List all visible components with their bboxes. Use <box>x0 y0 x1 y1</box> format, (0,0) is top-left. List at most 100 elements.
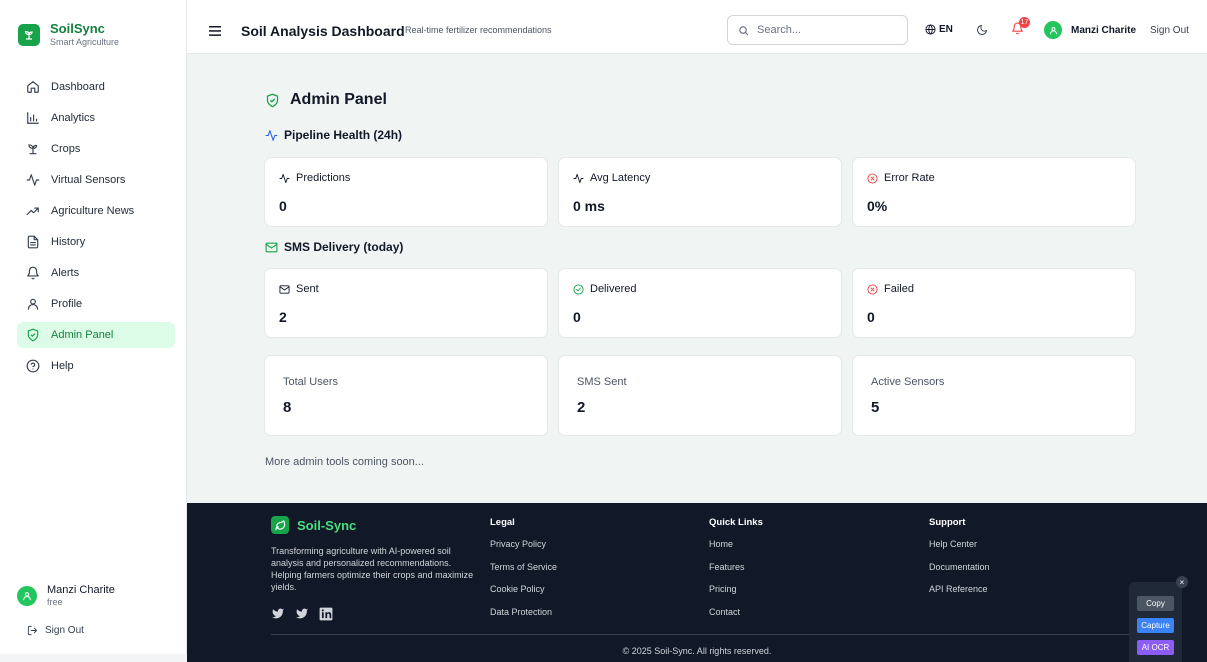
card-label-text: Delivered <box>590 283 637 295</box>
stat-value: 8 <box>283 399 292 416</box>
footer-col-title: Legal <box>490 517 515 528</box>
footer-link-help-center[interactable]: Help Center <box>929 539 990 562</box>
sidebar-item-label: History <box>51 236 86 248</box>
card-value: 0% <box>867 198 888 214</box>
notifications-button[interactable]: 17 <box>1011 17 1030 40</box>
footer-brand[interactable]: Soil-Sync <box>271 516 356 534</box>
card-value: 0 <box>279 198 287 214</box>
stat-label: Total Users <box>283 376 339 388</box>
sidebar-item-virtual-sensors[interactable]: Virtual Sensors <box>17 167 175 193</box>
sms-failed-card: Failed 0 <box>852 268 1136 338</box>
card-value: 0 <box>867 309 875 325</box>
sidebar-item-label: Agriculture News <box>51 205 135 217</box>
card-label-text: Failed <box>884 283 914 295</box>
footer-brand-name: Soil-Sync <box>297 517 357 533</box>
sign-out-label: Sign Out <box>45 625 84 636</box>
sidebar-item-analytics[interactable]: Analytics <box>17 105 175 131</box>
card-value: 0 <box>573 309 581 325</box>
avatar[interactable] <box>1044 21 1062 39</box>
footer-link-home[interactable]: Home <box>709 539 763 562</box>
brand[interactable]: SoilSync Smart Agriculture <box>18 22 119 48</box>
footer-link-api-reference[interactable]: API Reference <box>929 584 990 607</box>
copy-button[interactable]: Copy <box>1137 596 1174 611</box>
card-label-text: Error Rate <box>884 172 935 184</box>
notification-badge: 17 <box>1019 17 1030 28</box>
sidebar-item-label: Analytics <box>51 112 96 124</box>
globe-icon <box>925 24 936 35</box>
sidebar-user-name: Manzi Charite <box>47 584 115 596</box>
footer-col-title: Quick Links <box>709 517 763 528</box>
footer-link-documentation[interactable]: Documentation <box>929 562 990 585</box>
page-title: Soil Analysis Dashboard <box>241 23 405 39</box>
sidebar-item-alerts[interactable]: Alerts <box>17 260 175 286</box>
sidebar-item-profile[interactable]: Profile <box>17 291 175 317</box>
check-circle-icon <box>573 283 584 295</box>
ai-ocr-button[interactable]: AI OCR <box>1137 640 1174 655</box>
sidebar-item-dashboard[interactable]: Dashboard <box>17 74 175 100</box>
social-links <box>271 607 333 621</box>
footer-link-data-protection[interactable]: Data Protection <box>490 607 557 630</box>
sidebar-bottom-bar <box>0 654 187 662</box>
sidebar-user[interactable]: Manzi Charite free <box>17 584 115 608</box>
twitter-icon[interactable] <box>271 607 285 620</box>
shield-check-icon <box>27 328 39 342</box>
footer-divider <box>271 634 1137 635</box>
sidebar-item-admin-panel[interactable]: Admin Panel <box>17 322 175 348</box>
total-users-card: Total Users 8 <box>264 355 548 436</box>
stat-value: 5 <box>871 399 880 416</box>
pipeline-health-label: Pipeline Health (24h) <box>284 128 403 142</box>
brand-tagline: Smart Agriculture <box>50 37 120 47</box>
sidebar-item-label: Dashboard <box>51 81 105 93</box>
help-circle-icon <box>26 359 40 373</box>
bell-icon <box>27 266 39 280</box>
leaf-icon <box>271 516 289 534</box>
language-switcher[interactable]: EN <box>925 24 953 35</box>
activity-icon <box>26 174 40 186</box>
footer-link-cookie[interactable]: Cookie Policy <box>490 584 557 607</box>
file-text-icon <box>27 235 39 249</box>
sms-delivery-title: SMS Delivery (today) <box>265 240 403 254</box>
predictions-card: Predictions 0 <box>264 157 548 227</box>
footer-link-privacy[interactable]: Privacy Policy <box>490 539 557 562</box>
moon-icon[interactable] <box>976 23 988 41</box>
card-label: Sent <box>279 283 319 295</box>
footer-link-features[interactable]: Features <box>709 562 763 585</box>
header-user-name[interactable]: Manzi Charite <box>1071 25 1136 36</box>
footer-link-terms[interactable]: Terms of Service <box>490 562 557 585</box>
sprout-icon <box>28 144 38 155</box>
sidebar-item-help[interactable]: Help <box>17 353 175 379</box>
twitter-icon[interactable] <box>295 607 309 620</box>
stat-label: Active Sensors <box>871 376 945 388</box>
sidebar-item-label: Admin Panel <box>51 329 114 341</box>
sidebar-item-crops[interactable]: Crops <box>17 136 175 162</box>
search-icon <box>739 25 749 35</box>
header-sign-out-button[interactable]: Sign Out <box>1150 25 1189 36</box>
sidebar-item-agriculture-news[interactable]: Agriculture News <box>17 198 175 224</box>
sidebar-item-history[interactable]: History <box>17 229 175 255</box>
sidebar-nav: Dashboard Analytics Crops Virtual Sensor… <box>17 74 175 384</box>
sidebar-item-label: Virtual Sensors <box>51 174 126 186</box>
page-subtitle: Real-time fertilizer recommendations <box>405 25 552 35</box>
log-out-icon <box>27 625 38 636</box>
sidebar-item-label: Help <box>51 360 74 372</box>
x-circle-icon <box>867 283 878 295</box>
sidebar-sign-out-button[interactable]: Sign Out <box>27 625 84 636</box>
close-icon[interactable]: × <box>1176 576 1188 588</box>
user-icon <box>1049 26 1057 34</box>
sidebar-item-label: Crops <box>51 143 81 155</box>
linkedin-icon[interactable] <box>319 607 333 621</box>
card-value: 0 ms <box>573 198 605 214</box>
footer-link-pricing[interactable]: Pricing <box>709 584 763 607</box>
search-input[interactable]: Search... <box>727 15 908 45</box>
card-label: Failed <box>867 283 914 295</box>
capture-button[interactable]: Capture <box>1137 618 1174 633</box>
footer-link-contact[interactable]: Contact <box>709 607 763 630</box>
sidebar-user-plan: free <box>47 597 63 607</box>
brand-name: SoilSync <box>50 21 105 36</box>
card-label: Predictions <box>279 172 350 184</box>
menu-icon[interactable] <box>209 23 221 41</box>
activity-icon <box>265 129 278 141</box>
user-icon <box>23 592 31 601</box>
sidebar: SoilSync Smart Agriculture Dashboard Ana… <box>0 0 187 662</box>
admin-panel-heading: Admin Panel <box>290 91 387 108</box>
